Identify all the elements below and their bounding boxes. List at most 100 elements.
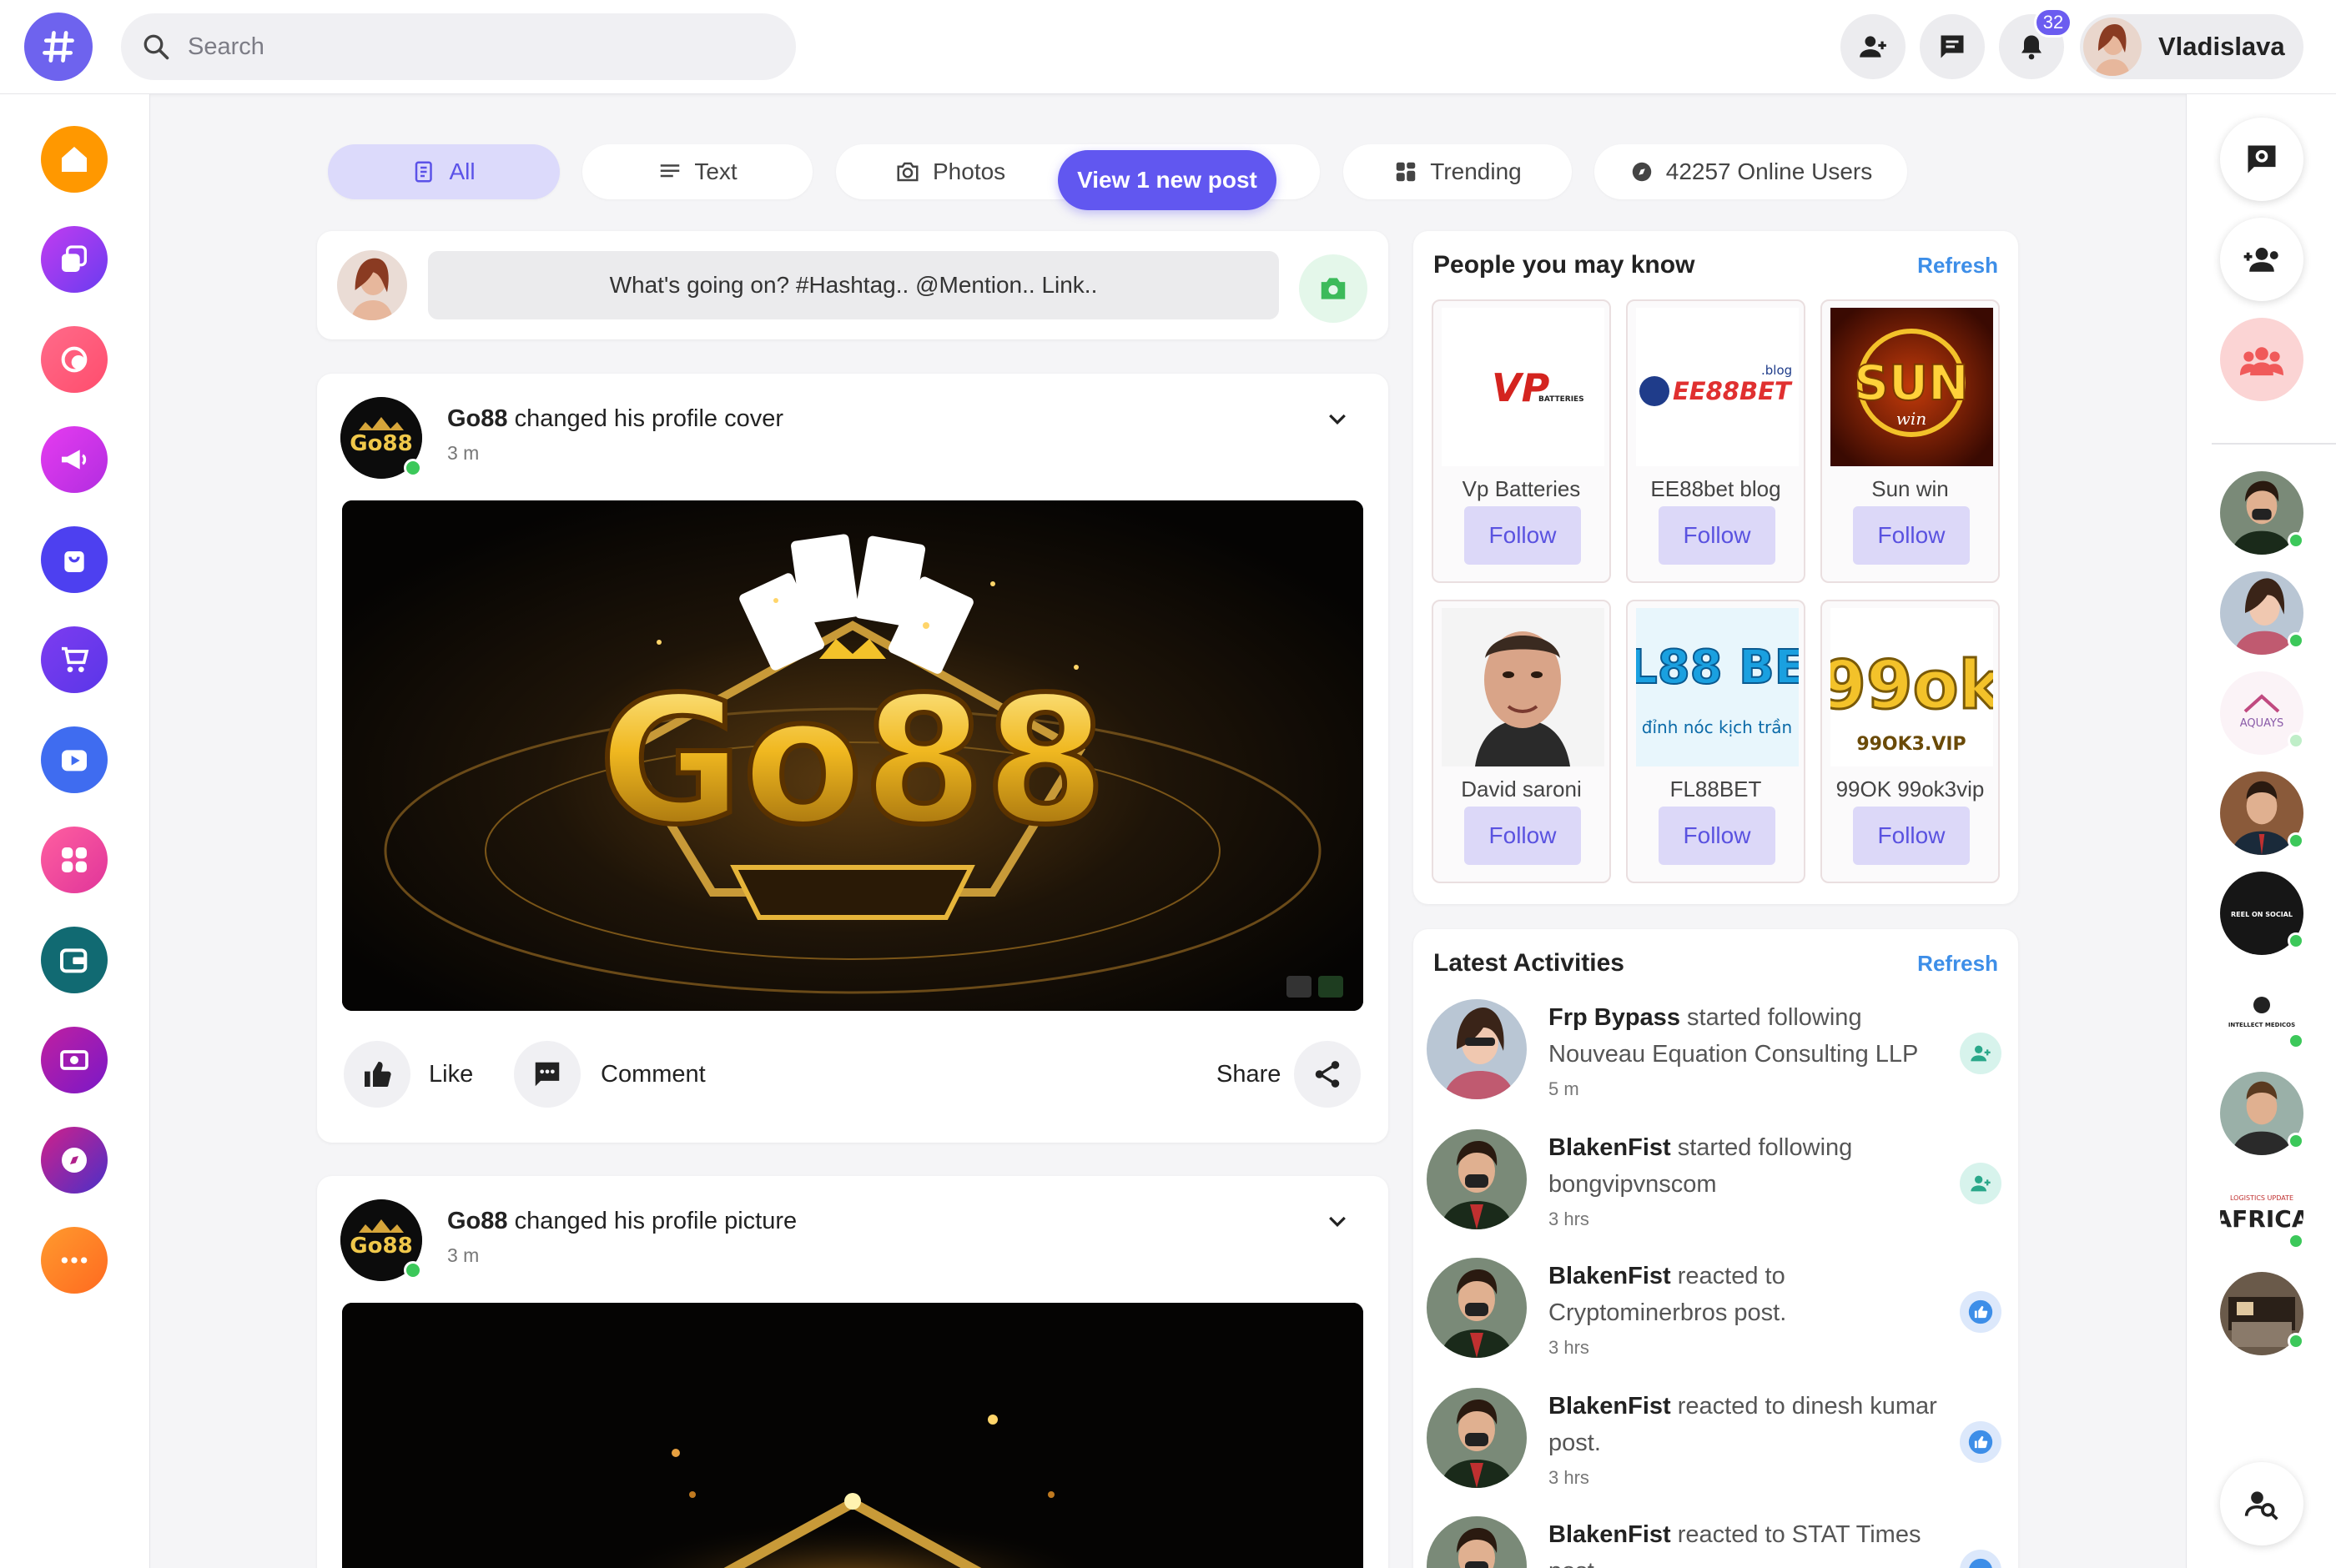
nav-explore[interactable] bbox=[41, 1127, 108, 1194]
view-new-post-button[interactable]: View 1 new post bbox=[1058, 150, 1276, 210]
nav-shop[interactable] bbox=[41, 626, 108, 693]
messages-button[interactable] bbox=[1920, 14, 1985, 79]
follow-button[interactable]: Follow bbox=[1853, 506, 1970, 565]
suggestion-image[interactable]: FL88 BET đỉnh nóc kịch trần bbox=[1636, 608, 1799, 766]
go88-logo-text: Go88 bbox=[350, 1234, 412, 1259]
suggestion-name[interactable]: David saroni bbox=[1433, 776, 1609, 802]
tab-all[interactable]: All bbox=[328, 144, 560, 199]
megaphone-icon bbox=[62, 450, 87, 470]
messenger-settings-button[interactable] bbox=[2220, 118, 2303, 201]
nav-funding[interactable] bbox=[41, 1027, 108, 1093]
nav-market[interactable] bbox=[41, 526, 108, 593]
suggestion-name[interactable]: EE88bet blog bbox=[1628, 476, 1804, 502]
activity-time: 3 hrs bbox=[1548, 1209, 1589, 1229]
suggestion-image[interactable]: EE88BET .blog bbox=[1636, 308, 1799, 466]
search-contacts-button[interactable] bbox=[2220, 1462, 2303, 1545]
activity-item[interactable]: BlakenFist reacted to STAT Times post bbox=[1413, 1516, 2018, 1568]
online-indicator bbox=[2288, 1233, 2304, 1249]
online-users-tab[interactable]: 42257 Online Users bbox=[1594, 144, 1907, 199]
activity-item[interactable]: Frp Bypass started following Nouveau Equ… bbox=[1413, 999, 2018, 1128]
follow-button[interactable]: Follow bbox=[1659, 506, 1775, 565]
post-cover-image[interactable]: Go88 bbox=[342, 500, 1363, 1011]
nav-pages[interactable] bbox=[41, 226, 108, 293]
post-options-button[interactable] bbox=[1325, 407, 1350, 432]
post-profile-image[interactable] bbox=[342, 1303, 1363, 1568]
friend-requests-button[interactable] bbox=[1840, 14, 1906, 79]
notifications-button[interactable]: 32 bbox=[1999, 8, 2072, 79]
chevron-down-icon bbox=[1329, 414, 1346, 425]
tab-trending-label: Trending bbox=[1430, 158, 1522, 184]
chat-settings-icon bbox=[2248, 145, 2276, 173]
chevron-down-icon bbox=[1329, 1216, 1346, 1228]
suggestion-image[interactable]: 99ok 99OK3.VIP bbox=[1830, 608, 1993, 766]
activity-avatar bbox=[1427, 1388, 1527, 1488]
activity-actor[interactable]: BlakenFist bbox=[1548, 1134, 1671, 1161]
online-compass-icon bbox=[1632, 162, 1651, 182]
activity-actor[interactable]: BlakenFist bbox=[1548, 1393, 1671, 1420]
like-reaction-icon bbox=[1969, 1558, 1992, 1568]
post-author[interactable]: Go88 bbox=[447, 405, 508, 432]
activity-actor[interactable]: Frp Bypass bbox=[1548, 1004, 1680, 1031]
nav-wallet[interactable] bbox=[41, 927, 108, 993]
activities-refresh-link[interactable]: Refresh bbox=[1917, 951, 1998, 977]
share-button[interactable]: Share bbox=[1216, 1041, 1362, 1108]
follow-button[interactable]: Follow bbox=[1853, 807, 1970, 865]
activity-time: 3 hrs bbox=[1548, 1337, 1589, 1358]
notification-badge: 32 bbox=[2034, 8, 2072, 38]
activity-text: BlakenFist reacted to dinesh kumar post.… bbox=[1548, 1388, 1941, 1495]
nav-watch[interactable] bbox=[41, 726, 108, 793]
suggestion-image[interactable]: VP BATTERIES bbox=[1442, 308, 1604, 466]
follow-activity-icon bbox=[1960, 1163, 2001, 1204]
groups-button[interactable] bbox=[2220, 318, 2303, 401]
suggestion-name[interactable]: Vp Batteries bbox=[1433, 476, 1609, 502]
suggestion-name[interactable]: 99OK 99ok3vip bbox=[1822, 776, 1998, 802]
sunwin-logo-sub: win bbox=[1896, 409, 1926, 429]
activity-avatar bbox=[1427, 1129, 1527, 1229]
aquays-logo-text: AQUAYS bbox=[2240, 717, 2284, 730]
nav-apps[interactable] bbox=[41, 827, 108, 893]
post-author[interactable]: Go88 bbox=[447, 1208, 508, 1234]
follow-button[interactable]: Follow bbox=[1464, 807, 1581, 865]
app-logo[interactable] bbox=[24, 13, 93, 81]
user-menu[interactable]: Vladislava bbox=[2080, 14, 2303, 79]
online-indicator bbox=[2288, 532, 2304, 549]
post-time: 3 m bbox=[447, 1244, 480, 1266]
activity-actor[interactable]: BlakenFist bbox=[1548, 1521, 1671, 1548]
activity-item[interactable]: BlakenFist reacted to dinesh kumar post.… bbox=[1413, 1388, 2018, 1517]
like-button[interactable]: Like bbox=[344, 1041, 473, 1108]
add-photo-button[interactable] bbox=[1299, 254, 1367, 323]
suggestion-name[interactable]: Sun win bbox=[1822, 476, 1998, 502]
composer-input[interactable]: What's going on? #Hashtag.. @Mention.. L… bbox=[428, 251, 1279, 319]
post-options-button[interactable] bbox=[1325, 1209, 1350, 1234]
follow-button[interactable]: Follow bbox=[1659, 807, 1775, 865]
search-bar[interactable]: Search bbox=[121, 13, 796, 80]
suggestion-card: David saroni Follow bbox=[1432, 600, 1611, 883]
fl88-logo-text: FL88 BET bbox=[1636, 641, 1799, 695]
go88-banner-text: Go88 bbox=[599, 659, 1107, 863]
suggestion-image[interactable] bbox=[1442, 608, 1604, 766]
nav-groups[interactable] bbox=[41, 326, 108, 393]
activity-actor[interactable]: BlakenFist bbox=[1548, 1263, 1671, 1289]
nav-home[interactable] bbox=[41, 126, 108, 193]
post-action: changed his profile cover bbox=[514, 405, 784, 432]
search-placeholder: Search bbox=[188, 33, 264, 60]
suggestion-image[interactable]: SUN win bbox=[1830, 308, 1993, 466]
suggestion-name[interactable]: FL88BET bbox=[1628, 776, 1804, 802]
activity-item[interactable]: BlakenFist reacted to Cryptominerbros po… bbox=[1413, 1258, 2018, 1387]
tab-text[interactable]: Text bbox=[582, 144, 813, 199]
online-indicator bbox=[2288, 1333, 2304, 1349]
activity-text: BlakenFist reacted to STAT Times post bbox=[1548, 1516, 1941, 1568]
activity-item[interactable]: BlakenFist started following bongvipvnsc… bbox=[1413, 1129, 2018, 1259]
friends-button[interactable] bbox=[2220, 218, 2303, 301]
post-action: changed his profile picture bbox=[514, 1208, 798, 1234]
ee88-logo-sub: .blog bbox=[1761, 363, 1792, 378]
add-user-icon bbox=[1971, 1175, 1991, 1192]
follow-button[interactable]: Follow bbox=[1464, 506, 1581, 565]
nav-ads[interactable] bbox=[41, 426, 108, 493]
post-composer: What's going on? #Hashtag.. @Mention.. L… bbox=[317, 231, 1388, 339]
comment-label: Comment bbox=[601, 1060, 706, 1088]
nav-more[interactable] bbox=[41, 1227, 108, 1294]
tab-trending[interactable]: Trending bbox=[1343, 144, 1572, 199]
comment-button[interactable]: Comment bbox=[514, 1041, 706, 1108]
people-refresh-link[interactable]: Refresh bbox=[1917, 253, 1998, 279]
